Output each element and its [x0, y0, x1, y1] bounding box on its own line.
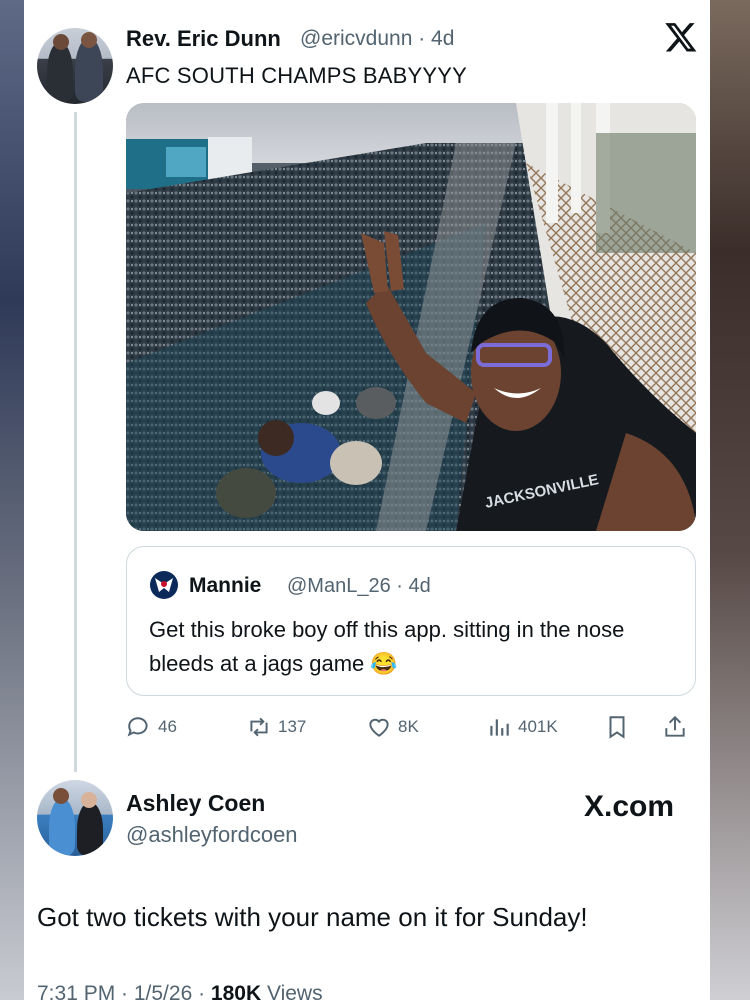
bookmark-button[interactable]	[604, 710, 630, 744]
author-handle-time[interactable]: @ericvdunn · 4d	[300, 27, 454, 51]
quoted-author-name[interactable]: Mannie	[189, 574, 261, 598]
views-count: 401K	[518, 717, 558, 736]
like-icon	[369, 718, 389, 737]
thread-line	[74, 112, 77, 772]
tweet-timestamp[interactable]: 7:31 PM · 1/5/26 ·	[37, 982, 211, 1000]
bookmark-icon	[609, 716, 625, 739]
retweet-icon	[250, 717, 268, 737]
reply-count: 46	[158, 717, 177, 736]
avatar-eric-dunn[interactable]	[37, 28, 113, 104]
stadium-scene: JACKSONVILLE	[126, 103, 696, 531]
reply-tweet-text: Got two tickets with your name on it for…	[37, 902, 588, 932]
views-button[interactable]: 401K	[486, 710, 558, 744]
stadium-selfie-photo[interactable]: JACKSONVILLE	[126, 103, 696, 531]
xcom-brand-label: X.com	[584, 790, 675, 823]
x-logo-icon	[665, 23, 697, 52]
author-handle-ashley[interactable]: @ashleyfordcoen	[126, 822, 298, 848]
quoted-tweet-text: Get this broke boy off this app. sitting…	[149, 617, 625, 676]
share-icon	[665, 715, 685, 737]
author-name-ashley[interactable]: Ashley Coen	[126, 790, 265, 817]
texans-logo-icon	[150, 571, 178, 599]
tweet-meta: 7:31 PM · 1/5/26 · 180K Views	[37, 982, 323, 1000]
reply-icon	[127, 717, 148, 737]
avatar-ashley-coen[interactable]	[37, 780, 113, 856]
like-count: 8K	[398, 717, 419, 736]
background-right-blur	[710, 0, 750, 1000]
views-icon	[490, 719, 509, 736]
like-button[interactable]: 8K	[366, 710, 419, 744]
background-left-blur	[0, 0, 24, 1000]
retweet-button[interactable]: 137	[246, 710, 306, 744]
tweet-views-label: Views	[261, 982, 323, 1000]
share-button[interactable]	[662, 710, 688, 744]
quoted-tweet[interactable]: Mannie @ManL_26 · 4d Get this broke boy …	[126, 546, 696, 696]
reply-button[interactable]: 46	[126, 710, 177, 744]
author-name[interactable]: Rev. Eric Dunn	[126, 26, 281, 52]
tweet-text: AFC SOUTH CHAMPS BABYYYY	[126, 63, 467, 88]
tweet-views-count: 180K	[210, 982, 262, 1000]
tweet-card: Rev. Eric Dunn @ericvdunn · 4d AFC SOUTH…	[24, 0, 710, 1000]
quoted-author-handle-time[interactable]: @ManL_26 · 4d	[287, 575, 431, 598]
tweet-actions-bar: 46 137 8K 401K	[126, 710, 696, 744]
retweet-count: 137	[278, 717, 307, 736]
